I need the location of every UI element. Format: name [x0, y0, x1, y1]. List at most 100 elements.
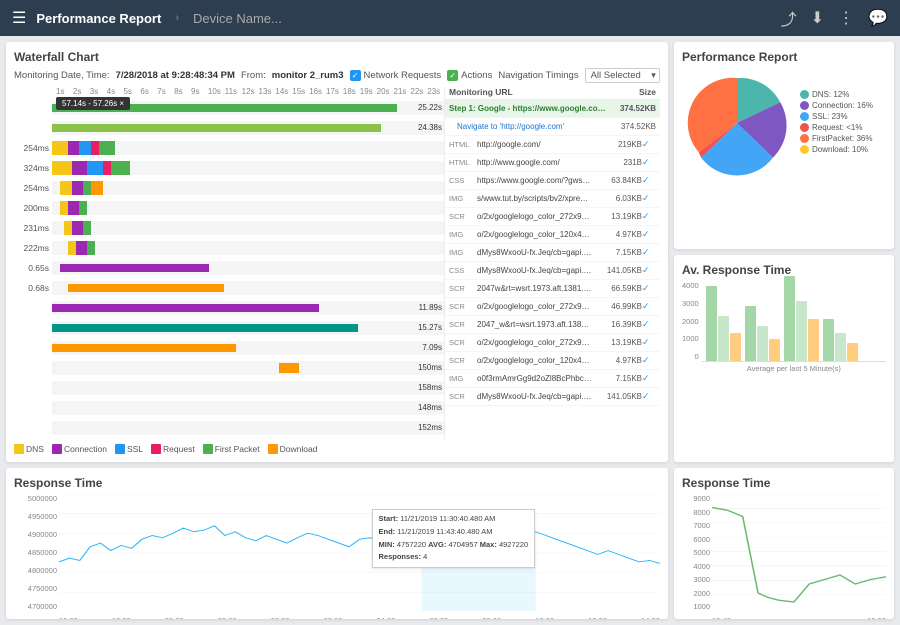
- url-size: 63.84KB: [592, 176, 642, 185]
- waterfall-legend: DNS Connection SSL Request First Packet …: [14, 444, 660, 454]
- wf-row: 158ms: [14, 378, 444, 397]
- wf-row: 11.89s: [14, 298, 444, 317]
- url-row[interactable]: SCR o/2x/googlelogo_color_272x92dp.png 1…: [445, 334, 660, 352]
- chart-tooltip: Start: 11/21/2019 11:30:40.480 AM End: 1…: [372, 509, 536, 568]
- pie-connection-label: Connection: 16%: [812, 101, 873, 110]
- pie-request-label: Request: <1%: [812, 123, 862, 132]
- hamburger-menu[interactable]: ☰: [12, 8, 26, 28]
- line-chart-line: [59, 523, 660, 564]
- url-step-row[interactable]: Step 1: Google - https://www.google.com.…: [445, 100, 660, 118]
- legend-dns-label: DNS: [26, 444, 44, 454]
- more-icon[interactable]: ⋮: [838, 8, 854, 28]
- wf-row: 148ms: [14, 398, 444, 417]
- pie-download-label: Download: 10%: [812, 145, 868, 154]
- wf-row: 152ms: [14, 418, 444, 437]
- firstpacket-color: [203, 444, 213, 454]
- url-row[interactable]: SCR o/2x/googlelogo_color_120x44do.png 4…: [445, 352, 660, 370]
- url-row[interactable]: CSS https://www.google.com/?gws_rd=ssl..…: [445, 172, 660, 190]
- all-selected-dropdown[interactable]: All Selected: [585, 68, 660, 83]
- yaxis-labels: 4000 3000 2000 1000 0: [682, 281, 702, 361]
- url-size: 13.19KB: [592, 338, 642, 347]
- tooltip-start: 11/21/2019 11:30:40.480 AM: [400, 514, 495, 523]
- share-icon[interactable]: ⤴: [781, 6, 797, 30]
- pie-ssl-label: SSL: 23%: [812, 112, 848, 121]
- avg-response-chart-area: 4000 3000 2000 1000 0: [682, 281, 886, 373]
- waterfall-bars: 1s2s3s4s5s6s7s8s9s10s11s12s13s14s15s16s1…: [14, 87, 444, 440]
- url-text: o/2x/googlelogo_color_120x44do.png: [477, 356, 592, 365]
- url-navigate-row[interactable]: Navigate to 'http://google.com' 374.52KB: [445, 118, 660, 136]
- bar-group: [784, 276, 819, 361]
- url-size: 141.05KB: [592, 392, 642, 401]
- small-chart-svg: [712, 494, 886, 611]
- wf-row: 0.65s: [14, 258, 444, 277]
- url-row[interactable]: IMG o/2x/googlelogo_color_120x44do.png 4…: [445, 226, 660, 244]
- response-time-left-panel: Response Time 5000000 4950000 4900000 48…: [6, 468, 668, 619]
- wf-row: 24.38s: [14, 118, 444, 137]
- monitoring-date-value: 7/28/2018 at 9:28:48:34 PM: [116, 70, 235, 81]
- url-size: 13.19KB: [592, 212, 642, 221]
- url-text: https://www.google.com/?gws_rd=ssl...: [477, 176, 592, 185]
- network-requests-checkbox[interactable]: [350, 70, 361, 81]
- pie-firstpacket-label: FirstPacket: 36%: [812, 134, 872, 143]
- url-row[interactable]: HTML http://www.google.com/ 231B ✓: [445, 154, 660, 172]
- tooltip-responses: 4: [423, 552, 427, 561]
- line-chart-container: 5000000 4950000 4900000 4850000 4800000 …: [14, 494, 660, 611]
- from-value: monitor 2_rum3: [272, 70, 344, 81]
- bar-item: [835, 333, 846, 361]
- bar-groups: [702, 281, 886, 361]
- url-size: 374.52KB: [606, 122, 656, 131]
- url-row[interactable]: SCR o/2x/googlelogo_color_272x92dp.png 4…: [445, 298, 660, 316]
- network-requests-toggle[interactable]: Network Requests: [350, 70, 442, 81]
- url-row[interactable]: SCR o/2x/googlelogo_color_272x92dp.png 1…: [445, 208, 660, 226]
- pie-legend-firstpacket: FirstPacket: 36%: [800, 134, 873, 143]
- tooltip-avg: 4704957: [448, 540, 477, 549]
- tooltip-end: 11/21/2019 11:43:40.480 AM: [397, 527, 492, 536]
- url-text: dMys8WxooU-fx.Jeq/cb=gapi.loaded_0: [477, 248, 592, 257]
- wf-row: 254ms: [14, 138, 444, 157]
- perf-report-title: Performance Report: [682, 50, 886, 64]
- url-text: o0f3rmAmrGg9d2oZl8BcPhbcbnzbNg: [477, 374, 592, 383]
- pie-dns-label: DNS: 12%: [812, 90, 849, 99]
- url-list: Monitoring URL Size Step 1: Google - htt…: [444, 87, 660, 440]
- bar-item: [745, 306, 756, 361]
- request-color: [151, 444, 161, 454]
- bar-group: [745, 306, 780, 361]
- url-row[interactable]: IMG o0f3rmAmrGg9d2oZl8BcPhbcbnzbNg 7.15K…: [445, 370, 660, 388]
- legend-download: Download: [268, 444, 318, 454]
- wf-row: 7.09s: [14, 338, 444, 357]
- url-text: o/2x/googlelogo_color_272x92dp.png: [477, 338, 592, 347]
- url-row[interactable]: SCR 2047w&rt=wsrt.1973.aft.1381.prt.3964…: [445, 280, 660, 298]
- chat-icon[interactable]: 💬: [868, 8, 888, 28]
- url-list-header: Monitoring URL Size: [445, 87, 660, 100]
- legend-dns: DNS: [14, 444, 44, 454]
- line-chart-yaxis: 5000000 4950000 4900000 4850000 4800000 …: [14, 494, 59, 611]
- small-xaxis-start: 13:40: [712, 616, 731, 619]
- url-row[interactable]: CSS dMys8WxooU-fx.Jeq/cb=gapi.loaded_Ng …: [445, 262, 660, 280]
- download-icon[interactable]: ⬇: [811, 8, 824, 28]
- from-label: From:: [241, 70, 266, 81]
- url-row[interactable]: SCR 2047_w&rt=wsrt.1973.aft.1381.prt.396…: [445, 316, 660, 334]
- url-row[interactable]: SCR dMys8WxooU-fx.Jeq/cb=gapi.loaded_0 1…: [445, 388, 660, 406]
- pie-container: DNS: 12% Connection: 16% SSL: 23% Reques…: [682, 68, 886, 178]
- url-row[interactable]: IMG dMys8WxooU-fx.Jeq/cb=gapi.loaded_0 7…: [445, 244, 660, 262]
- wf-row: 231ms: [14, 218, 444, 237]
- wf-row: 200ms: [14, 198, 444, 217]
- url-text: o/2x/googlelogo_color_272x92dp.png: [477, 212, 592, 221]
- tooltip-max: 4927220: [499, 540, 528, 549]
- url-row[interactable]: HTML http://google.com/ 219KB ✓: [445, 136, 660, 154]
- wf-row: 222ms: [14, 238, 444, 257]
- bar-group: [706, 286, 741, 361]
- url-text: Step 1: Google - https://www.google.com.…: [449, 104, 606, 113]
- wf-row: 324ms: [14, 158, 444, 177]
- perf-report-panel: Performance Report: [674, 42, 894, 249]
- wf-row: 0.68s: [14, 278, 444, 297]
- url-row[interactable]: IMG s/www.tut.by/scripts/bv2/xpremius.js…: [445, 190, 660, 208]
- avg-response-xlabel: Average per last 5 Minute(s): [702, 364, 886, 373]
- actions-toggle[interactable]: Actions: [447, 70, 492, 81]
- waterfall-body: 1s2s3s4s5s6s7s8s9s10s11s12s13s14s15s16s1…: [14, 87, 660, 440]
- pie-legend-ssl: SSL: 23%: [800, 112, 873, 121]
- bar-chart: Average per last 5 Minute(s): [702, 281, 886, 373]
- small-chart-area: 13:40 19:50: [712, 494, 886, 611]
- actions-checkbox[interactable]: [447, 70, 458, 81]
- dns-color: [14, 444, 24, 454]
